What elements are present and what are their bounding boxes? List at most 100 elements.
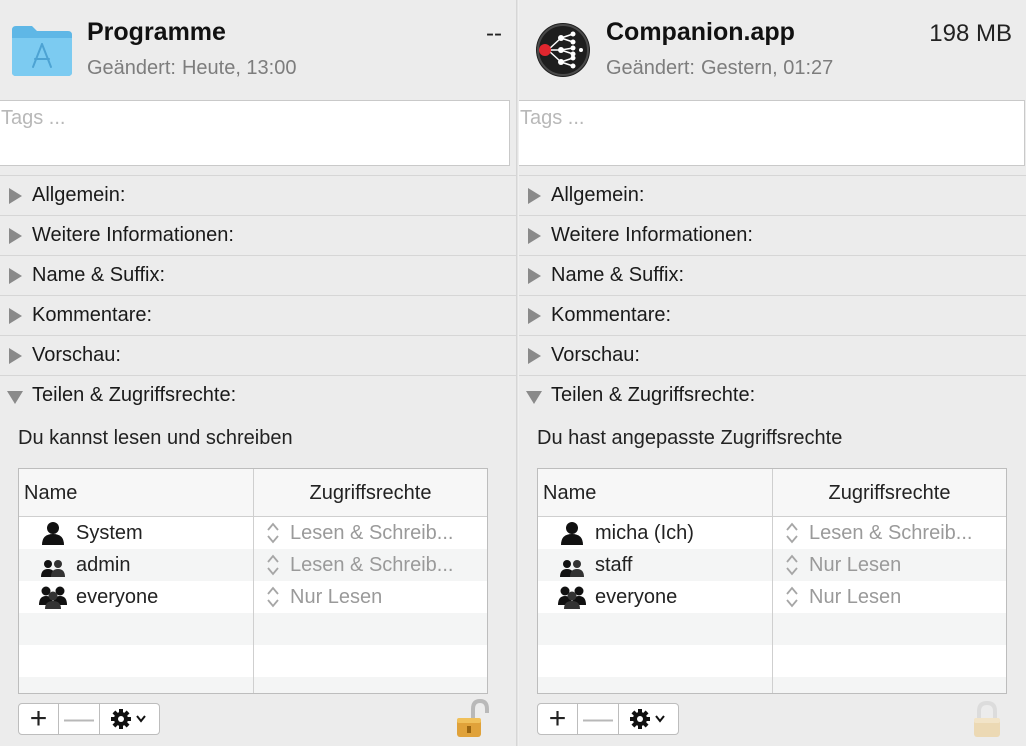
section-sharing-permissions[interactable]: Teilen & Zugriffsrechte: <box>0 375 516 415</box>
disclosure-triangle-icon[interactable] <box>8 267 22 284</box>
privilege-popup[interactable]: Lesen & Schreib... <box>773 517 1006 549</box>
section-label: Allgemein: <box>32 184 126 206</box>
modified-value: Gestern, 01:27 <box>700 57 834 79</box>
up-down-arrows-icon <box>267 522 279 544</box>
action-menu-button[interactable] <box>619 703 679 735</box>
section-label: Weitere Informationen: <box>32 224 234 246</box>
add-user-button[interactable]: + <box>537 702 578 735</box>
group-icon <box>560 560 584 577</box>
privilege-value: Nur Lesen <box>809 553 902 576</box>
add-user-button[interactable]: + <box>18 702 59 735</box>
disclosure-triangle-icon[interactable] <box>8 307 22 324</box>
access-status-text: Du hast angepasste Zugriffsrechte <box>537 427 843 449</box>
chevron-down-icon <box>135 715 146 723</box>
modified-label: Geändert: <box>87 57 176 79</box>
privilege-popup[interactable]: Lesen & Schreib... <box>254 549 487 581</box>
privilege-popup[interactable]: Nur Lesen <box>773 549 1006 581</box>
permissions-table: Name Zugriffsrechte System Lesen & Schre… <box>18 468 488 694</box>
up-down-arrows-icon <box>267 586 279 608</box>
privilege-popup[interactable]: Nur Lesen <box>254 581 487 613</box>
section-more-info[interactable]: Weitere Informationen: <box>519 215 1026 255</box>
column-header-access[interactable]: Zugriffsrechte <box>254 469 487 516</box>
applications-folder-icon <box>12 26 72 76</box>
file-size: -- <box>486 20 502 47</box>
column-header-name[interactable]: Name <box>538 469 773 516</box>
disclosure-triangle-icon[interactable] <box>527 347 541 364</box>
disclosure-triangle-icon[interactable] <box>527 307 541 324</box>
section-sharing-permissions[interactable]: Teilen & Zugriffsrechte: <box>519 375 1026 415</box>
section-label: Kommentare: <box>551 304 672 326</box>
disclosure-triangle-icon[interactable] <box>8 187 22 204</box>
file-size: 198 MB <box>929 20 1012 47</box>
gear-icon <box>110 709 146 729</box>
disclosure-triangle-icon[interactable] <box>527 227 541 244</box>
info-header: Programme -- Geändert: Heute, 13:00 <box>0 0 516 100</box>
info-window-programme: Programme -- Geändert:Heute, 13:00 Allge… <box>0 0 516 746</box>
table-row[interactable]: staff Nur Lesen <box>538 549 1006 581</box>
remove-user-button[interactable]: — <box>59 702 100 735</box>
modified-label: Geändert: <box>606 57 695 79</box>
info-window-companion: Companion.app 198 MB Geändert: Gestern, 0… <box>519 0 1026 746</box>
privilege-popup[interactable]: Lesen & Schreib... <box>254 517 487 549</box>
up-down-arrows-icon <box>786 554 798 576</box>
section-label: Name & Suffix: <box>32 264 166 286</box>
tags-input[interactable] <box>0 101 509 130</box>
single-user-icon <box>561 522 583 545</box>
section-name-extension[interactable]: Name & Suffix: <box>0 255 516 295</box>
locked-padlock-icon[interactable] <box>970 699 1004 739</box>
tags-input[interactable] <box>519 101 1024 130</box>
empty-row <box>19 645 487 677</box>
section-comments[interactable]: Kommentare: <box>519 295 1026 335</box>
disclosure-triangle-icon[interactable] <box>8 227 22 244</box>
section-label: Allgemein: <box>551 184 645 206</box>
empty-row <box>19 613 487 645</box>
disclosure-triangle-icon[interactable] <box>527 267 541 284</box>
single-user-icon <box>42 522 64 545</box>
section-label: Vorschau: <box>32 344 121 366</box>
table-row[interactable]: everyone Nur Lesen <box>538 581 1006 613</box>
modified-date: Geändert: Heute, 13:00 <box>87 57 296 80</box>
section-comments[interactable]: Kommentare: <box>0 295 516 335</box>
modified-date: Geändert: Gestern, 01:27 <box>606 57 833 80</box>
section-preview[interactable]: Vorschau: <box>519 335 1026 375</box>
info-sections: Allgemein: Weitere Informationen: Name &… <box>519 175 1026 415</box>
column-header-name[interactable]: Name <box>19 469 254 516</box>
user-name: staff <box>595 553 633 576</box>
empty-row <box>19 677 487 693</box>
empty-row <box>538 677 1006 693</box>
disclosure-triangle-icon[interactable] <box>527 187 541 204</box>
privilege-popup[interactable]: Nur Lesen <box>773 581 1006 613</box>
table-row[interactable]: everyone Nur Lesen <box>19 581 487 613</box>
access-status-text: Du kannst lesen und schreiben <box>18 427 293 449</box>
user-name: admin <box>76 553 131 576</box>
action-menu-button[interactable] <box>100 703 160 735</box>
table-row[interactable]: admin Lesen & Schreib... <box>19 549 487 581</box>
empty-row <box>538 645 1006 677</box>
info-header: Companion.app 198 MB Geändert: Gestern, 0… <box>519 0 1026 100</box>
section-general[interactable]: Allgemein: <box>519 175 1026 215</box>
section-label: Kommentare: <box>32 304 153 326</box>
remove-user-button[interactable]: — <box>578 702 619 735</box>
up-down-arrows-icon <box>786 586 798 608</box>
column-header-access[interactable]: Zugriffsrechte <box>773 469 1006 516</box>
disclosure-triangle-icon[interactable] <box>8 347 22 364</box>
section-name-extension[interactable]: Name & Suffix: <box>519 255 1026 295</box>
up-down-arrows-icon <box>267 554 279 576</box>
privilege-value: Lesen & Schreib... <box>809 521 973 544</box>
user-name: micha (Ich) <box>595 521 694 544</box>
table-row[interactable]: System Lesen & Schreib... <box>19 517 487 549</box>
companion-app-icon <box>536 23 590 77</box>
unlocked-padlock-icon[interactable] <box>455 699 489 739</box>
table-row[interactable]: micha (Ich) Lesen & Schreib... <box>538 517 1006 549</box>
privilege-value: Lesen & Schreib... <box>290 553 454 576</box>
file-title: Companion.app <box>606 18 795 46</box>
chevron-down-icon <box>654 715 665 723</box>
user-name: everyone <box>76 585 159 608</box>
section-preview[interactable]: Vorschau: <box>0 335 516 375</box>
section-general[interactable]: Allgemein: <box>0 175 516 215</box>
section-more-info[interactable]: Weitere Informationen: <box>0 215 516 255</box>
disclosure-triangle-expanded-icon[interactable] <box>526 388 542 404</box>
up-down-arrows-icon <box>786 522 798 544</box>
disclosure-triangle-expanded-icon[interactable] <box>7 388 23 404</box>
section-label: Weitere Informationen: <box>551 224 753 246</box>
